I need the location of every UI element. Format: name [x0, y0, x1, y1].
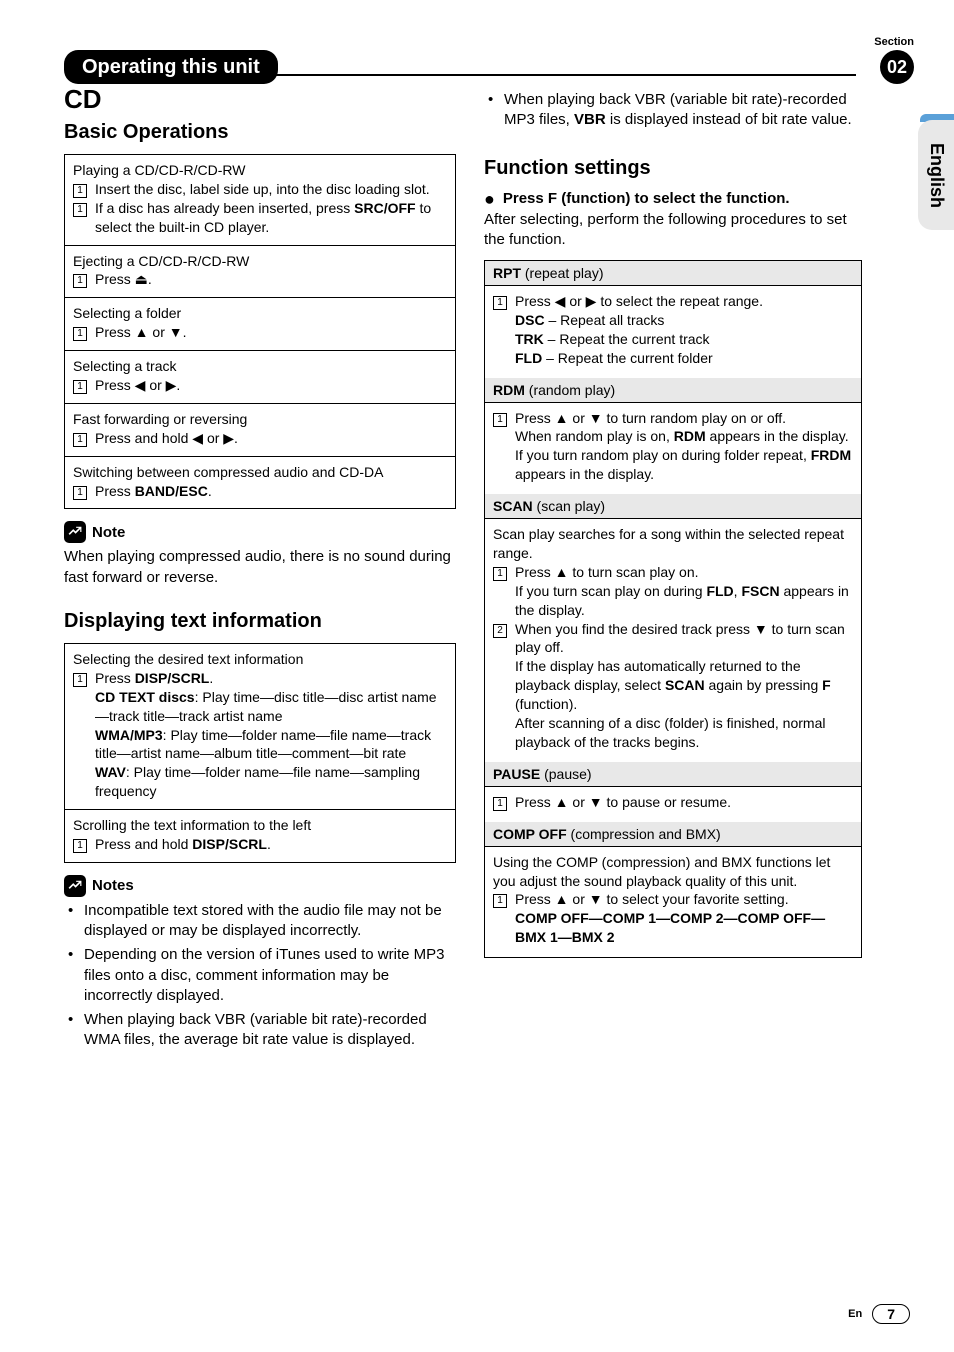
step-1-icon: 1 — [73, 433, 87, 447]
scan-step1: Press ▲ to turn scan play on. — [515, 563, 853, 582]
rpt-fld: FLD – Repeat the current folder — [493, 349, 853, 368]
note-body: When playing compressed audio, there is … — [64, 547, 456, 588]
select-track-title: Selecting a track — [73, 357, 447, 376]
eject-cd-title: Ejecting a CD/CD-R/CD-RW — [73, 252, 447, 271]
notes-item: When playing back VBR (variable bit rate… — [64, 1010, 456, 1051]
language-label: English — [926, 142, 947, 207]
cd-heading: CD — [64, 84, 456, 115]
rpt-dsc: DSC – Repeat all tracks — [493, 311, 853, 330]
notes-item: Incompatible text stored with the audio … — [64, 901, 456, 942]
scan-note2: If the display has automatically returne… — [493, 657, 853, 714]
notes-item: Depending on the version of iTunes used … — [64, 945, 456, 1006]
step-1-icon: 1 — [493, 567, 507, 581]
vbr-note: When playing back VBR (variable bit rate… — [484, 90, 862, 131]
language-side-tab: English — [918, 120, 954, 230]
header-title: Operating this unit — [64, 50, 278, 84]
note-icon — [64, 521, 86, 543]
basic-operations-box: Playing a CD/CD-R/CD-RW 1 Insert the disc… — [64, 154, 456, 509]
notes-list: Incompatible text stored with the audio … — [64, 901, 456, 1051]
step-1-icon: 1 — [493, 296, 507, 310]
step-1-icon: 1 — [73, 839, 87, 853]
step-1-icon: 1 — [73, 327, 87, 341]
rpt-step: Press ◀ or ▶ to select the repeat range. — [515, 292, 853, 311]
wav-line: WAV: Play time—folder name—file name—sam… — [73, 763, 447, 801]
rdm-note1: When random play is on, RDM appears in t… — [493, 427, 853, 446]
step-1-icon: 1 — [73, 486, 87, 500]
comp-intro: Using the COMP (compression) and BMX fun… — [493, 853, 853, 891]
basic-operations-heading: Basic Operations — [64, 121, 456, 144]
scan-bar: SCAN (scan play) — [484, 494, 862, 519]
scan-note3: After scanning of a disc (folder) is fin… — [493, 714, 853, 752]
play-cd-title: Playing a CD/CD-R/CD-RW — [73, 161, 447, 180]
step-1-icon: 1 — [73, 673, 87, 687]
step-1-icon: 1 — [73, 274, 87, 288]
scan-step2: When you find the desired track press ▼ … — [515, 620, 853, 658]
ffwd-title: Fast forwarding or reversing — [73, 410, 447, 429]
footer-page-number: 7 — [872, 1304, 910, 1324]
step-1-icon: 1 — [73, 203, 87, 217]
rpt-bar: RPT (repeat play) — [484, 260, 862, 286]
pause-step: Press ▲ or ▼ to pause or resume. — [515, 793, 853, 812]
step-1-icon: 1 — [493, 413, 507, 427]
notes-label: Notes — [92, 877, 134, 894]
step-2-icon: 2 — [493, 624, 507, 638]
step-1-icon: 1 — [493, 797, 507, 811]
switch-audio-step: Press BAND/ESC. — [95, 482, 447, 501]
select-folder-step: Press ▲ or ▼. — [95, 323, 447, 342]
rpt-trk: TRK – Repeat the current track — [493, 330, 853, 349]
section-label: Section — [874, 36, 914, 48]
note-icon — [64, 875, 86, 897]
function-select-head: ●Press F (function) to select the functi… — [484, 190, 862, 208]
select-text-step: Press DISP/SCRL. — [95, 669, 447, 688]
rdm-step: Press ▲ or ▼ to turn random play on or o… — [515, 409, 853, 428]
ffwd-step: Press and hold ◀ or ▶. — [95, 429, 447, 448]
display-text-box: Selecting the desired text information 1… — [64, 643, 456, 863]
function-settings-heading: Function settings — [484, 157, 862, 180]
pause-bar: PAUSE (pause) — [484, 762, 862, 787]
scan-intro: Scan play searches for a song within the… — [493, 525, 853, 563]
rdm-bar: RDM (random play) — [484, 378, 862, 403]
scroll-text-title: Scrolling the text information to the le… — [73, 816, 447, 835]
select-text-title: Selecting the desired text information — [73, 650, 447, 669]
step-1-icon: 1 — [493, 894, 507, 908]
select-folder-title: Selecting a folder — [73, 304, 447, 323]
play-cd-step2: If a disc has already been inserted, pre… — [95, 199, 447, 237]
scan-note1: If you turn scan play on during FLD, FSC… — [493, 582, 853, 620]
eject-cd-step: Press ⏏. — [95, 270, 447, 289]
switch-audio-title: Switching between compressed audio and C… — [73, 463, 447, 482]
step-1-icon: 1 — [73, 380, 87, 394]
footer-lang: En — [848, 1308, 862, 1320]
comp-step: Press ▲ or ▼ to select your favorite set… — [515, 890, 853, 909]
note-label: Note — [92, 524, 125, 541]
function-select-body: After selecting, perform the following p… — [484, 210, 862, 251]
play-cd-step1: Insert the disc, label side up, into the… — [95, 180, 447, 199]
comp-seq: COMP OFF—COMP 1—COMP 2—COMP OFF—BMX 1—BM… — [493, 909, 853, 947]
comp-bar: COMP OFF (compression and BMX) — [484, 822, 862, 847]
step-1-icon: 1 — [73, 184, 87, 198]
header-rule — [274, 59, 856, 76]
rdm-note2: If you turn random play on during folder… — [493, 446, 853, 484]
cdtext-line: CD TEXT discs: Play time—disc title—disc… — [73, 688, 447, 726]
display-text-heading: Displaying text information — [64, 610, 456, 633]
section-number-badge: 02 — [880, 50, 914, 84]
wma-line: WMA/MP3: Play time—folder name—file name… — [73, 726, 447, 764]
scroll-text-step: Press and hold DISP/SCRL. — [95, 835, 447, 854]
select-track-step: Press ◀ or ▶. — [95, 376, 447, 395]
